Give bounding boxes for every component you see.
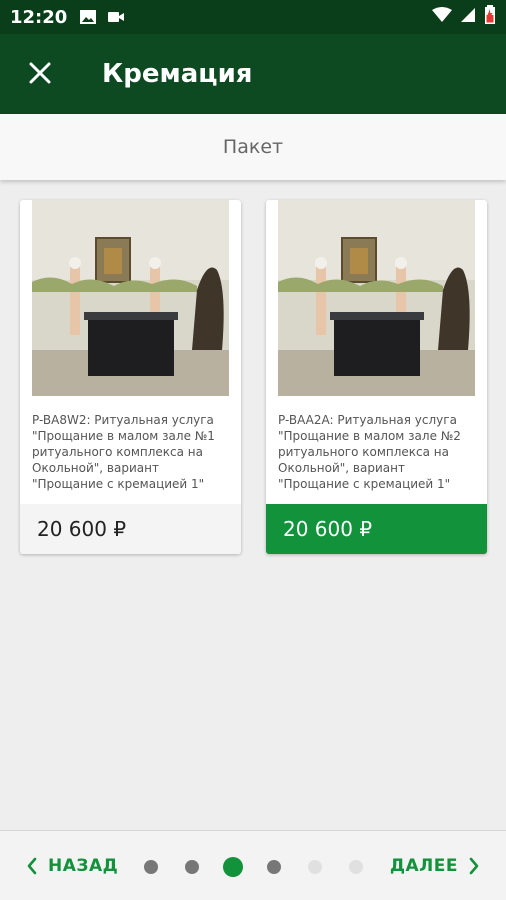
page-dot-4 [267, 860, 281, 874]
back-button-label: НАЗАД [48, 855, 119, 876]
package-price-bar: 20 600 ₽ [266, 504, 487, 554]
status-bar: 12:20 [0, 0, 506, 34]
package-price: 20 600 ₽ [283, 517, 373, 541]
package-photo [32, 200, 229, 396]
page-dot-2 [185, 860, 199, 874]
wifi-icon [432, 7, 452, 27]
package-card-1[interactable]: P-BA8W2: Ритуальная услуга "Прощание в м… [20, 200, 241, 554]
app-toolbar: Кремация [0, 34, 506, 114]
section-header: Пакет [0, 114, 506, 180]
section-title: Пакет [222, 136, 284, 158]
page-dot-6 [349, 860, 363, 874]
package-photo [278, 200, 475, 396]
close-icon [29, 57, 51, 92]
package-price-bar: 20 600 ₽ [20, 504, 241, 554]
page-title: Кремация [102, 59, 253, 89]
package-price: 20 600 ₽ [37, 517, 127, 541]
page-dot-1 [144, 860, 158, 874]
back-button[interactable]: НАЗАД [26, 856, 118, 876]
page-indicator [140, 831, 370, 900]
battery-icon [484, 5, 496, 29]
page-dot-3-current [223, 857, 243, 877]
image-notification-icon [79, 9, 97, 25]
bottom-navigation: НАЗАД ДАЛЕЕ [0, 830, 506, 900]
chevron-left-icon [26, 856, 38, 876]
cell-signal-icon [460, 7, 476, 27]
next-button[interactable]: ДАЛЕЕ [390, 856, 480, 876]
page-dot-5 [308, 860, 322, 874]
package-description: P-BAA2A: Ритуальная услуга "Прощание в м… [278, 413, 461, 491]
package-description: P-BA8W2: Ритуальная услуга "Прощание в м… [32, 413, 215, 491]
next-button-label: ДАЛЕЕ [389, 855, 458, 876]
status-time: 12:20 [10, 6, 68, 28]
chevron-right-icon [468, 856, 480, 876]
package-card-2[interactable]: P-BAA2A: Ритуальная услуга "Прощание в м… [266, 200, 487, 554]
close-button[interactable] [0, 34, 80, 114]
video-notification-icon [107, 9, 125, 25]
